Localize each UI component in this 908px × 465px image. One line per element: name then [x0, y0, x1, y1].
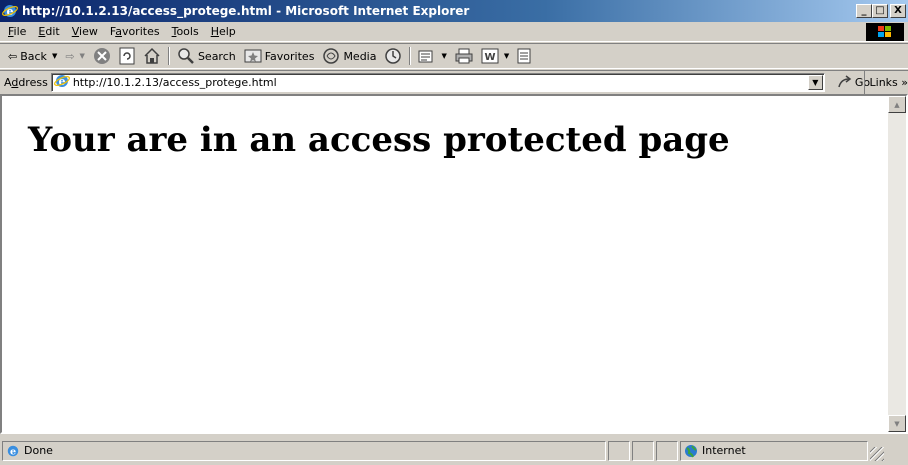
menu-view-accel: V	[71, 25, 80, 38]
menu-edit-label: dit	[45, 25, 60, 38]
stop-button[interactable]	[89, 45, 115, 67]
vertical-scrollbar[interactable]: ▲ ▼	[888, 96, 906, 432]
toolbar-separator	[167, 47, 170, 65]
svg-text:e: e	[10, 446, 16, 457]
print-icon	[455, 48, 473, 64]
refresh-icon	[119, 47, 135, 65]
media-label: Media	[343, 49, 377, 63]
menu-help-accel: H	[210, 25, 219, 38]
stop-icon	[93, 48, 110, 64]
menu-favorites-accel: a	[115, 25, 122, 38]
status-text-pane: e Done	[2, 440, 606, 461]
history-icon	[385, 48, 402, 64]
address-bar: Address e http://10.1.2.13/access_proteg…	[0, 70, 908, 94]
print-button[interactable]	[451, 45, 477, 67]
search-label: Search	[197, 49, 236, 63]
zone-label: Internet	[702, 444, 746, 457]
menu-bar: File Edit View Favorites Tools Help	[0, 22, 908, 42]
menu-help-label: elp	[218, 25, 236, 38]
scroll-up-button[interactable]: ▲	[888, 96, 906, 113]
favorites-label: Favorites	[264, 49, 315, 63]
go-icon	[838, 75, 852, 88]
window-title: http://10.1.2.13/access_protege.html - M…	[22, 4, 470, 18]
resize-grip[interactable]	[870, 447, 884, 461]
standard-toolbar: ⇦ Back ▼ ⇨ ▼ Search Favorites Media ▼ W …	[0, 43, 908, 69]
home-icon	[144, 47, 160, 64]
mail-icon	[418, 50, 433, 63]
close-button[interactable]: X	[890, 4, 906, 18]
favorites-icon	[244, 49, 262, 63]
back-label: Back	[20, 49, 47, 63]
mail-dropdown-icon[interactable]: ▼	[441, 52, 446, 60]
media-button[interactable]: Media	[318, 45, 380, 67]
ie-page-icon: e	[7, 445, 19, 457]
menu-tools-label: ools	[176, 25, 199, 38]
discuss-button[interactable]	[513, 45, 535, 67]
menu-help[interactable]: Help	[207, 23, 244, 40]
windows-logo-icon	[866, 23, 904, 41]
address-field[interactable]: e http://10.1.2.13/access_protege.html ▼	[50, 72, 825, 92]
security-zone-pane: Internet	[680, 440, 868, 461]
minimize-button[interactable]: _	[856, 4, 872, 18]
globe-icon	[685, 444, 697, 457]
menu-edit[interactable]: Edit	[34, 23, 67, 40]
mail-button[interactable]: ▼	[414, 45, 450, 67]
status-bar: e Done Internet	[0, 436, 908, 465]
address-url[interactable]: http://10.1.2.13/access_protege.html	[73, 76, 277, 89]
back-button[interactable]: ⇦ Back ▼	[4, 45, 61, 67]
menu-view[interactable]: View	[68, 23, 106, 40]
address-label-rest: dress	[18, 75, 48, 89]
status-pane	[656, 440, 678, 461]
status-pane	[608, 440, 630, 461]
edit-button[interactable]: W ▼	[477, 45, 513, 67]
discuss-icon	[517, 48, 531, 64]
status-pane	[632, 440, 654, 461]
favorites-button[interactable]: Favorites	[240, 45, 319, 67]
menu-tools[interactable]: Tools	[168, 23, 207, 40]
back-arrow-icon: ⇦	[8, 49, 18, 63]
maximize-button[interactable]: □	[872, 4, 888, 18]
status-text: Done	[24, 444, 53, 457]
edit-icon: W	[481, 48, 499, 64]
refresh-button[interactable]	[115, 45, 139, 67]
links-button[interactable]: Links »	[863, 71, 908, 94]
browser-viewport: Your are in an access protected page ▲ ▼	[0, 94, 908, 434]
back-dropdown-icon[interactable]: ▼	[52, 52, 57, 60]
toolbar-separator	[409, 47, 412, 65]
menu-file[interactable]: File	[4, 23, 34, 40]
forward-arrow-icon: ⇨	[65, 49, 75, 63]
edit-dropdown-icon[interactable]: ▼	[504, 52, 509, 60]
address-dropdown-button[interactable]: ▼	[807, 74, 823, 90]
forward-button[interactable]: ⇨ ▼	[61, 45, 89, 67]
search-icon	[178, 48, 194, 64]
address-label: Address	[4, 76, 48, 89]
ie-page-icon: e	[53, 73, 70, 92]
history-button[interactable]	[380, 45, 406, 67]
search-button[interactable]: Search	[173, 45, 240, 67]
home-button[interactable]	[139, 45, 165, 67]
menu-file-label: ile	[13, 25, 27, 38]
menu-favorites-label: vorites	[121, 25, 160, 38]
menu-view-label: iew	[79, 25, 98, 38]
scroll-down-button[interactable]: ▼	[888, 415, 906, 432]
page-body: Your are in an access protected page	[2, 96, 888, 432]
menu-favorites[interactable]: Favorites	[106, 23, 168, 40]
page-heading: Your are in an access protected page	[28, 120, 730, 160]
forward-dropdown-icon[interactable]: ▼	[80, 52, 85, 60]
svg-text:W: W	[484, 52, 495, 63]
title-bar[interactable]: e http://10.1.2.13/access_protege.html -…	[0, 0, 908, 22]
media-icon	[323, 48, 340, 64]
ie-logo-icon: e	[2, 3, 18, 19]
